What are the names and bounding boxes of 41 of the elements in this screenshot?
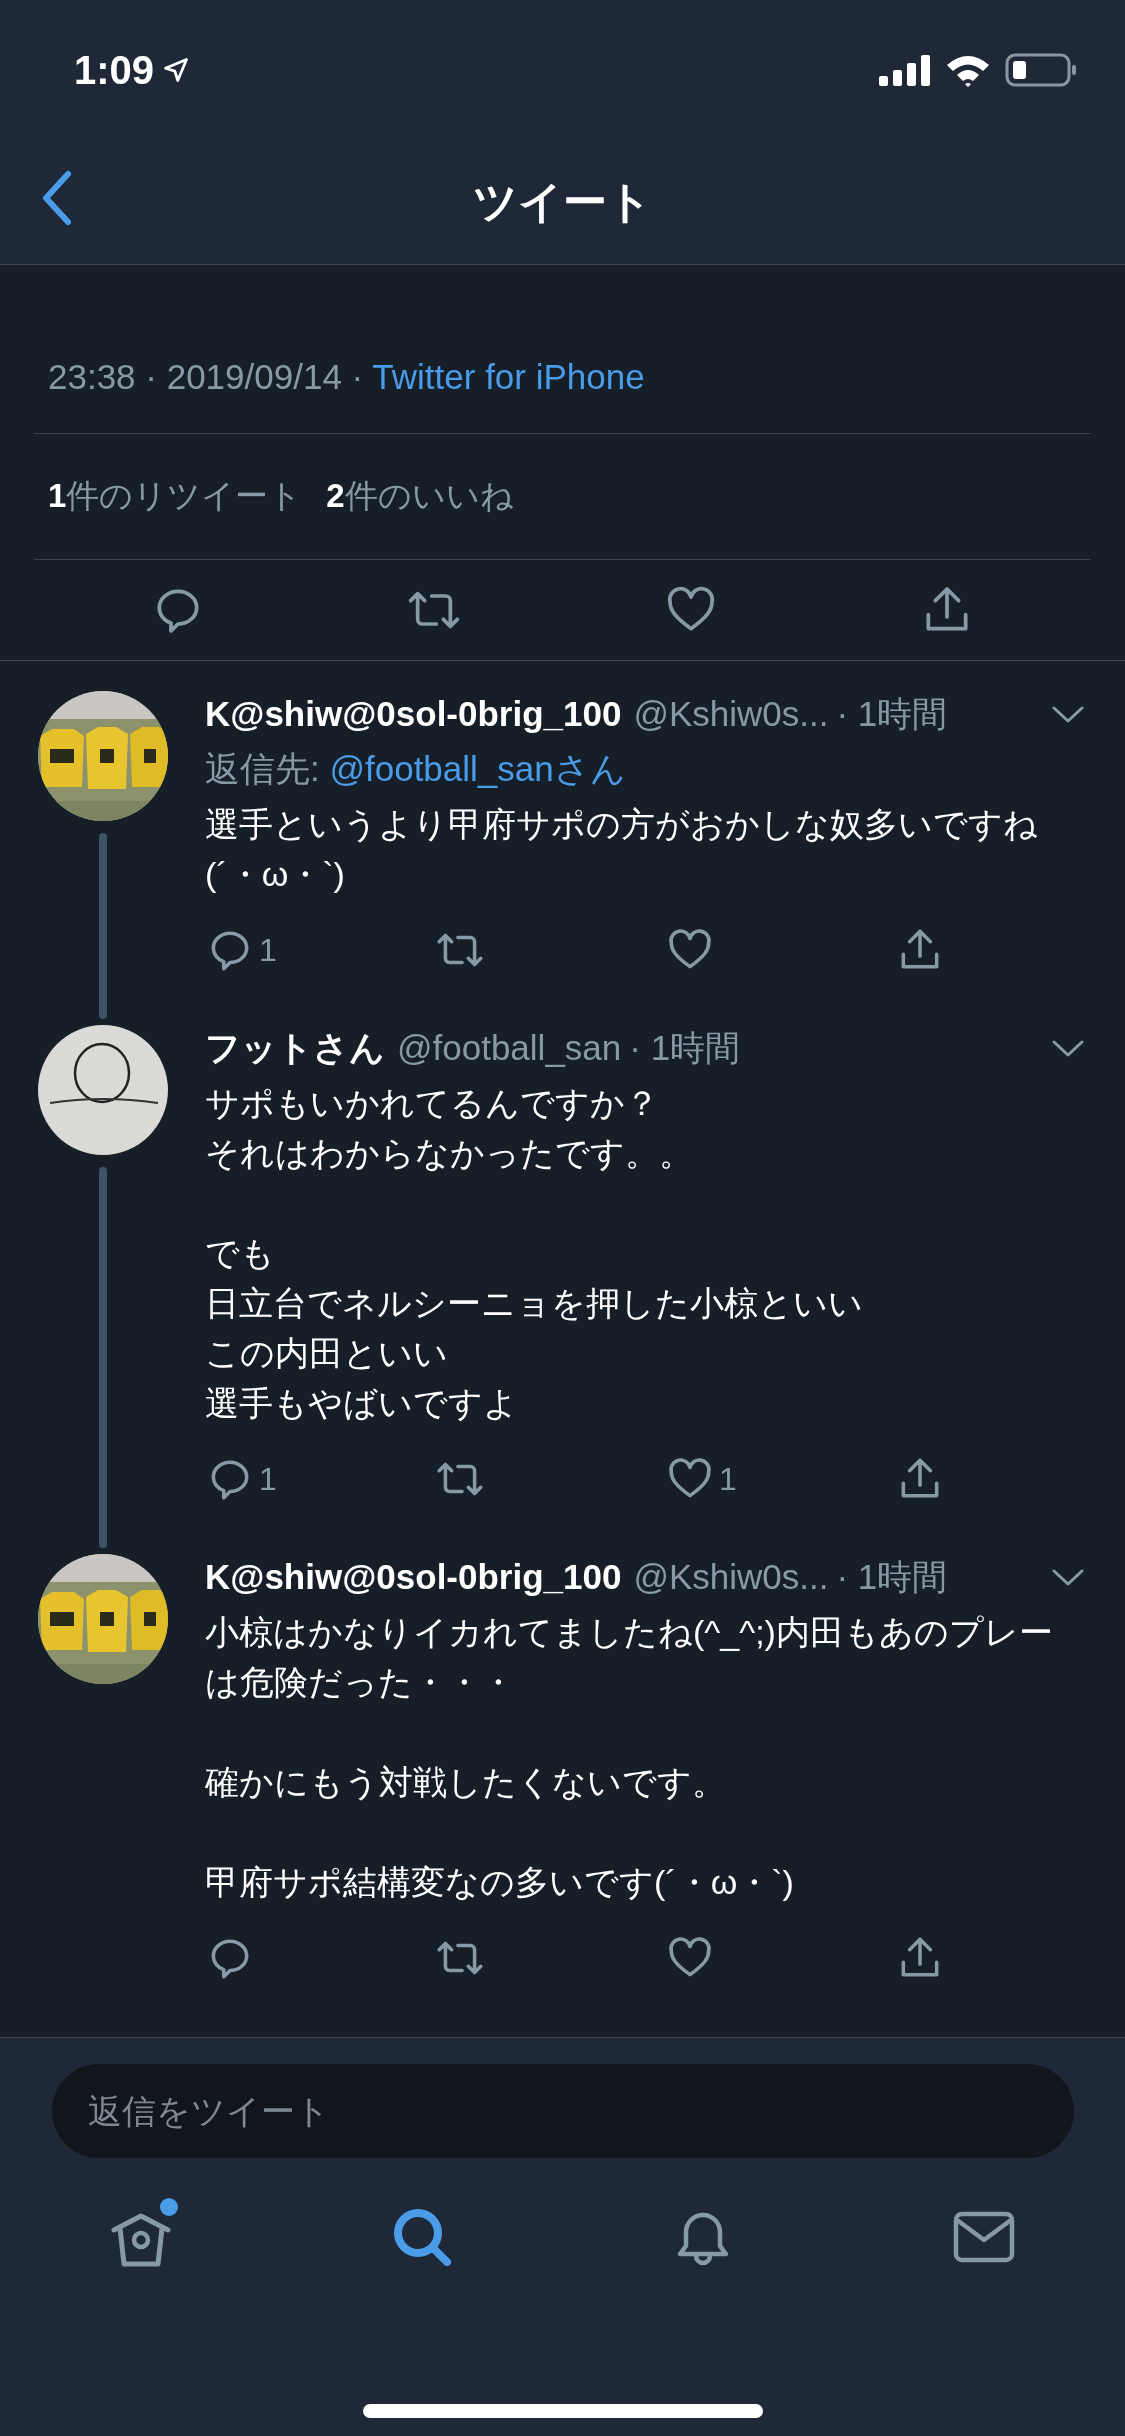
user-handle[interactable]: @football_san (397, 1028, 622, 1068)
reply-count: 1 (259, 931, 277, 969)
wifi-icon (945, 53, 991, 87)
reply-time: · 1時間 (836, 693, 948, 735)
stat-count[interactable]: 2 (326, 477, 345, 514)
stat-label[interactable]: 件のリツイート (66, 477, 303, 514)
source-link[interactable]: Twitter for iPhone (372, 357, 645, 396)
user-handle[interactable]: @Kshiw0s... (633, 694, 829, 734)
stat-count[interactable]: 1 (48, 477, 67, 514)
tweet-timestamp: 23:38 · 2019/09/14 · (48, 357, 365, 396)
user-handle[interactable]: @Kshiw0s... (633, 1557, 829, 1597)
reply-text: この内田といい (205, 1333, 449, 1374)
reply-text: サポもいかれてるんですか？ (205, 1083, 660, 1124)
reply-text: それはわからなかったです。。 (205, 1133, 694, 1174)
reply-text: 甲府サポ結構変なの多いです(´・ω・`) (205, 1862, 795, 1903)
stat-label[interactable]: 件のいいね (344, 477, 514, 514)
reply-time: · 1時間 (629, 1027, 741, 1069)
avatar[interactable] (37, 1025, 168, 1155)
reply-text: 小椋はかなりイカれてましたね(^_^;)内田もあのプレーは危険だった・・・ (205, 1612, 1054, 1703)
reply-to-label: 返信先: (205, 749, 321, 788)
screen-title: ツイート (473, 175, 652, 228)
reply-text: でも (205, 1233, 276, 1274)
chevron-down-icon[interactable] (1051, 1567, 1085, 1588)
display-name[interactable]: K@shiw@0sol-0brig_100 (205, 1557, 622, 1597)
battery-icon (1005, 53, 1077, 87)
display-name[interactable]: K@shiw@0sol-0brig_100 (205, 694, 622, 734)
reply-field[interactable]: 返信をツイート (51, 2064, 1074, 2158)
reply-count: 1 (259, 1460, 277, 1498)
reply-text: 確かにもう対戦したくないです。 (205, 1762, 727, 1803)
status-time: 1:09 (74, 47, 155, 93)
chevron-down-icon[interactable] (1051, 1038, 1085, 1059)
reply-time: · 1時間 (836, 1556, 948, 1598)
signal-icon (879, 54, 931, 86)
reply-text: 日立台でネルシーニョを押した小椋といい (205, 1283, 864, 1324)
reply-text: 選手というより甲府サポの方がおかしな奴多いですね(´・ω・`) (205, 804, 1039, 895)
like-count: 1 (719, 1460, 737, 1498)
chevron-down-icon[interactable] (1051, 704, 1085, 725)
reply-text: 選手もやばいですよ (205, 1383, 519, 1424)
display-name[interactable]: フットさん (205, 1025, 385, 1072)
location-arrow-icon (162, 56, 191, 84)
mention-link[interactable]: @football_sanさん (329, 749, 626, 788)
